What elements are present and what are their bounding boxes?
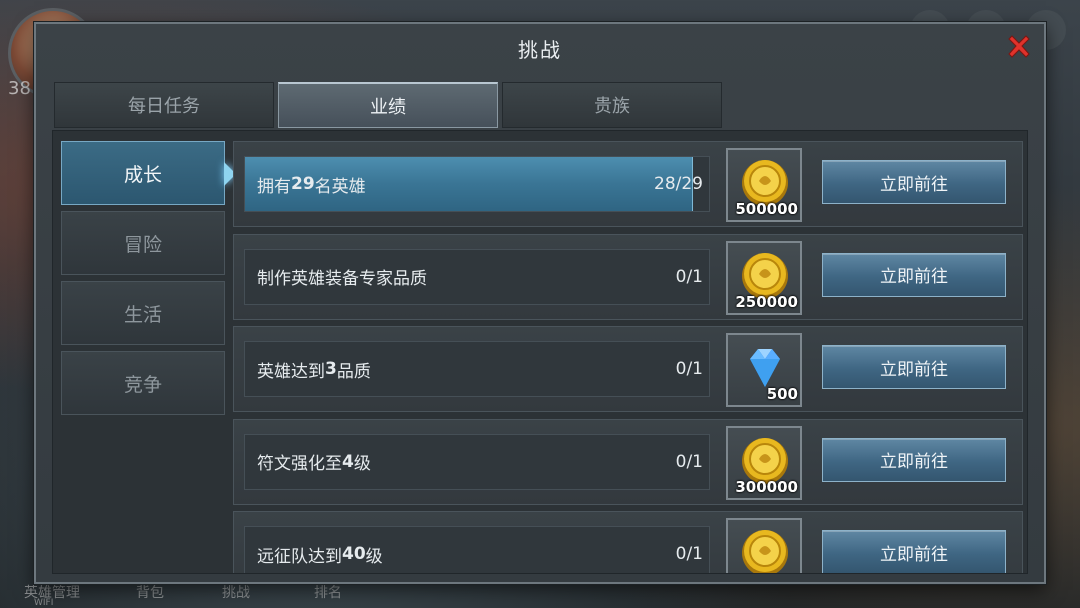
task-row: 制作英雄装备专家品质 0/1 250000 立即前往 bbox=[233, 233, 1023, 320]
task-row: 符文强化至 4 级 0/1 300000 立即前往 bbox=[233, 418, 1023, 505]
go-now-button[interactable]: 立即前往 bbox=[822, 437, 1006, 482]
gold-coin-icon bbox=[742, 530, 788, 573]
reward-amount: 500 bbox=[766, 385, 798, 403]
go-now-button[interactable]: 立即前往 bbox=[822, 530, 1006, 573]
task-description: 远征队达到 40 级 bbox=[257, 544, 383, 567]
tab-nobility[interactable]: 贵族 bbox=[502, 82, 722, 128]
task-progress-bar: 英雄达到 3 品质 0/1 bbox=[244, 341, 710, 397]
task-row: 拥有 29 名英雄 28/29 500000 立即前往 bbox=[233, 141, 1023, 227]
reward-slot[interactable]: 300000 bbox=[726, 425, 802, 500]
category-growth[interactable]: 成长 bbox=[61, 141, 225, 205]
category-adventure[interactable]: 冒险 bbox=[61, 211, 225, 275]
task-progress-count: 0/1 bbox=[675, 359, 703, 379]
reward-amount: 500000 bbox=[735, 200, 798, 218]
reward-slot[interactable] bbox=[726, 518, 802, 573]
top-tabs: 每日任务 业绩 贵族 bbox=[54, 82, 722, 128]
task-row: 远征队达到 40 级 0/1 立即前往 bbox=[233, 511, 1023, 573]
reward-slot[interactable]: 250000 bbox=[726, 240, 802, 315]
reward-slot[interactable]: 500000 bbox=[726, 148, 802, 222]
player-level: 38 bbox=[8, 78, 31, 99]
task-progress-count: 0/1 bbox=[675, 451, 703, 472]
go-now-button[interactable]: 立即前往 bbox=[822, 252, 1006, 297]
task-description: 英雄达到 3 品质 bbox=[257, 359, 371, 382]
task-progress-bar: 远征队达到 40 级 0/1 bbox=[244, 526, 710, 573]
reward-amount: 300000 bbox=[735, 477, 798, 496]
go-now-button[interactable]: 立即前往 bbox=[822, 160, 1006, 204]
category-competition[interactable]: 竞争 bbox=[61, 351, 225, 415]
task-progress-bar: 符文强化至 4 级 0/1 bbox=[244, 433, 710, 490]
category-life[interactable]: 生活 bbox=[61, 281, 225, 345]
task-description: 拥有 29 名英雄 bbox=[257, 174, 366, 197]
category-list: 成长 冒险 生活 竞争 bbox=[61, 141, 225, 421]
task-progress-bar: 拥有 29 名英雄 28/29 bbox=[244, 156, 710, 212]
task-row: 英雄达到 3 品质 0/1 500 立即前往 bbox=[233, 326, 1023, 412]
bottom-nav-challenge: 挑战 bbox=[222, 585, 250, 601]
tab-achievements[interactable]: 业绩 bbox=[278, 82, 498, 128]
close-button[interactable] bbox=[1004, 32, 1034, 62]
wifi-label: WIFI bbox=[34, 598, 54, 608]
bottom-nav-rank: 排名 bbox=[314, 585, 342, 601]
go-now-button[interactable]: 立即前往 bbox=[822, 345, 1006, 389]
task-progress-count: 0/1 bbox=[675, 266, 703, 287]
task-progress-bar: 制作英雄装备专家品质 0/1 bbox=[244, 248, 710, 305]
dialog-title: 挑战 bbox=[518, 38, 562, 62]
challenge-dialog: 挑战 每日任务 业绩 贵族 成长 冒险 生活 竞争 拥有 29 名英雄 28/2… bbox=[34, 22, 1046, 584]
bottom-nav-bag: 背包 bbox=[136, 585, 164, 601]
task-progress-count: 0/1 bbox=[675, 544, 703, 564]
content-panel: 成长 冒险 生活 竞争 拥有 29 名英雄 28/29 500000 立即前往 … bbox=[52, 130, 1028, 574]
close-x-icon bbox=[1008, 35, 1030, 58]
task-progress-count: 28/29 bbox=[654, 174, 703, 194]
reward-slot[interactable]: 500 bbox=[726, 333, 802, 407]
tab-daily-tasks[interactable]: 每日任务 bbox=[54, 82, 274, 128]
task-list: 拥有 29 名英雄 28/29 500000 立即前往 制作英雄装备专家品质 0… bbox=[233, 141, 1023, 573]
reward-amount: 250000 bbox=[735, 292, 798, 311]
task-description: 制作英雄装备专家品质 bbox=[257, 269, 427, 289]
task-description: 符文强化至 4 级 bbox=[257, 451, 371, 475]
